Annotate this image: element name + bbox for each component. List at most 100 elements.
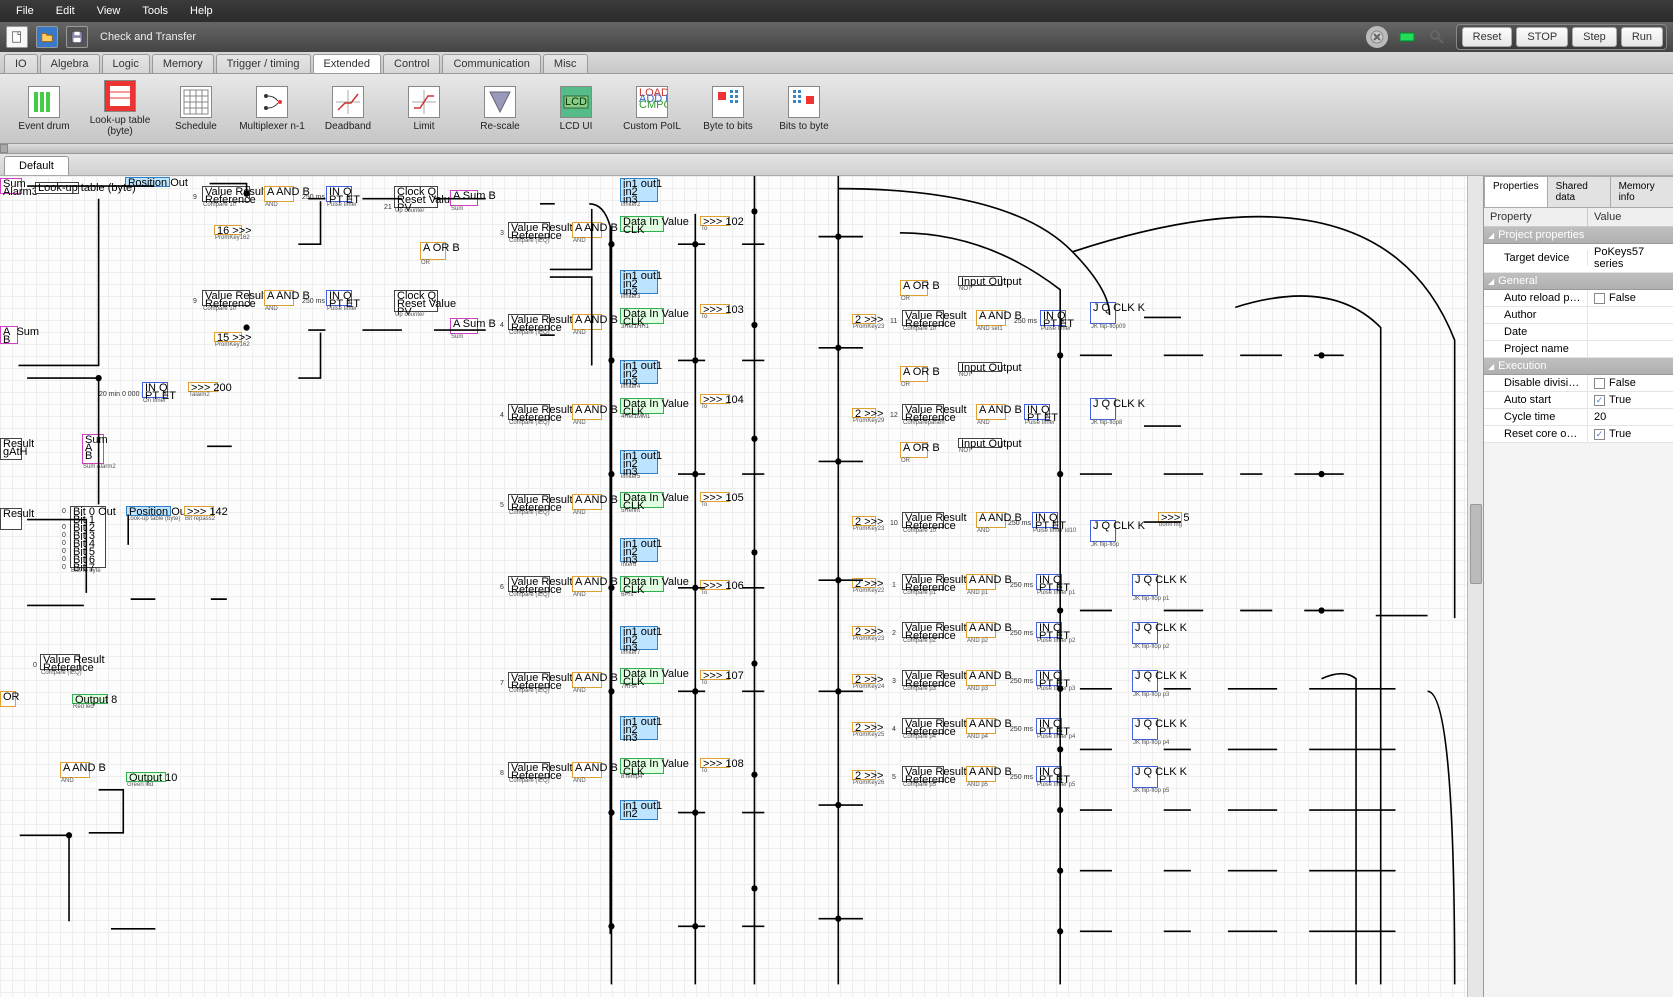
property-row[interactable]: Project name bbox=[1484, 341, 1673, 358]
block-sumalarm2[interactable]: SumABSum Alarm2 bbox=[82, 434, 104, 464]
block-pulse-p5[interactable]: IN QPT ETPulse timer p5 bbox=[1036, 766, 1062, 782]
block-upcounter-r2[interactable]: Clock QReset ValuePVUp counter bbox=[394, 290, 438, 312]
ribbon-tab-memory[interactable]: Memory bbox=[152, 54, 214, 73]
property-row[interactable]: Cycle time 20 bbox=[1484, 409, 1673, 426]
block-and-rr1[interactable]: A AND BAND set1 bbox=[976, 310, 1006, 326]
block-and-r1[interactable]: A AND BAND bbox=[264, 186, 294, 202]
block-and-cb[interactable]: A AND BAND bbox=[572, 314, 602, 330]
block-not-rt1[interactable]: Input OutputNOT bbox=[958, 276, 1002, 286]
stop-button[interactable]: STOP bbox=[1516, 27, 1568, 47]
block-compare-p2[interactable]: Value ResultReferenceCompare p2 bbox=[902, 622, 944, 638]
property-row[interactable]: Target device PoKeys57 series bbox=[1484, 244, 1673, 273]
block-to106[interactable]: >>> 106To bbox=[700, 580, 730, 590]
property-value[interactable]: 20 bbox=[1588, 409, 1673, 425]
ribbon-eventdrum[interactable]: Event drum bbox=[8, 77, 80, 141]
block-pulse-rr3[interactable]: IN QPT ETPulse timer Id10 bbox=[1032, 512, 1058, 528]
property-value[interactable] bbox=[1588, 330, 1673, 334]
block-limiter2[interactable]: in1 out1in2in3limiter2 bbox=[620, 178, 658, 202]
block-pulse-p4[interactable]: IN QPT ETPulse timer p4 bbox=[1036, 718, 1062, 734]
block-compare-p3[interactable]: Value ResultReferenceCompare p3 bbox=[902, 670, 944, 686]
properties-section-general[interactable]: ◢General bbox=[1484, 273, 1673, 290]
menu-file[interactable]: File bbox=[6, 2, 44, 20]
block-datain-d[interactable]: Data In ValueCLK5Refint bbox=[620, 492, 664, 508]
property-value[interactable]: True bbox=[1588, 392, 1673, 408]
ribbon-mux[interactable]: Multiplexer n-1 bbox=[236, 77, 308, 141]
canvas-vscroll[interactable] bbox=[1467, 176, 1483, 997]
block-const2-p5[interactable]: 2 >>>PromKey26 bbox=[852, 770, 876, 780]
block-to200[interactable]: >>> 200Talaim2 bbox=[188, 382, 218, 392]
block-and-cc[interactable]: A AND BAND bbox=[572, 404, 602, 420]
block-to103[interactable]: >>> 103To bbox=[700, 304, 730, 314]
block-to102[interactable]: >>> 102To bbox=[700, 216, 730, 226]
block-const2-p1[interactable]: 2 >>>PromKey22 bbox=[852, 578, 876, 588]
block-const15[interactable]: 15 >>>PromKey162 bbox=[214, 332, 242, 342]
block-compare-cc[interactable]: Value ResultReferenceCompare (IEQ) bbox=[508, 404, 550, 420]
block-const2-r1[interactable]: 2 >>>PromKey23 bbox=[852, 314, 876, 324]
menu-help[interactable]: Help bbox=[180, 2, 223, 20]
property-value[interactable]: False bbox=[1588, 375, 1673, 391]
block-const2-r2[interactable]: 2 >>>PromKey29 bbox=[852, 408, 876, 418]
block-to104[interactable]: >>> 104To bbox=[700, 394, 730, 404]
block-compare-ca[interactable]: Value ResultReferenceCompare (IEQ) bbox=[508, 222, 550, 238]
block-to142[interactable]: >>> 142Bit repass2 bbox=[184, 506, 214, 516]
property-row[interactable]: Author bbox=[1484, 307, 1673, 324]
block-datain-g[interactable]: Data In ValueCLK8Temp4 bbox=[620, 758, 664, 774]
ribbon-lcd[interactable]: LCDLCD UI bbox=[540, 77, 612, 141]
block-sum-top[interactable]: SumAlarm3 bbox=[0, 178, 22, 194]
block-output10[interactable]: Output 10Green led bbox=[126, 772, 166, 782]
block-compare-ce[interactable]: Value ResultReferenceCompare (IEQ) bbox=[508, 576, 550, 592]
properties-tab-memoryinfo[interactable]: Memory info bbox=[1610, 176, 1673, 207]
block-compare-r1[interactable]: Value ResultReferenceCompare 10 bbox=[202, 186, 250, 202]
properties-tab-shareddata[interactable]: Shared data bbox=[1547, 176, 1611, 207]
diagram-tab-default[interactable]: Default bbox=[4, 156, 69, 175]
block-datain-a[interactable]: Data In ValueCLK bbox=[620, 216, 664, 232]
block-or-rt1[interactable]: A OR BOR bbox=[900, 280, 928, 296]
block-compare-r2[interactable]: Value ResultReferenceCompare 10 bbox=[202, 290, 250, 306]
block-compare-rr1[interactable]: Value ResultReferenceCompare 10 bbox=[902, 310, 944, 326]
cancel-icon[interactable] bbox=[1366, 26, 1388, 48]
canvas-vscroll-thumb[interactable] bbox=[1470, 504, 1482, 584]
block-compare-p5[interactable]: Value ResultReferenceCompare p5 bbox=[902, 766, 944, 782]
block-ontimer[interactable]: IN QPT ETOn timer bbox=[142, 382, 168, 398]
block-or-mid[interactable]: A OR BOR bbox=[420, 242, 446, 260]
ribbon-tab-misc[interactable]: Misc bbox=[543, 54, 588, 73]
ribbon-tab-algebra[interactable]: Algebra bbox=[40, 54, 100, 73]
block-sum-r1[interactable]: A Sum BSum bbox=[450, 190, 478, 206]
block-compare-rr2[interactable]: Value ResultReferenceCompareparam bbox=[902, 404, 944, 420]
property-row[interactable]: Auto reload pr… False bbox=[1484, 290, 1673, 307]
search-icon[interactable] bbox=[1426, 26, 1448, 48]
block-position-out-2[interactable]: Position OutLook-up table (byte) bbox=[126, 506, 171, 516]
block-and-p4[interactable]: A AND BAND p4 bbox=[966, 718, 996, 734]
block-limiter5[interactable]: in1 out1in2in3limiter5 bbox=[620, 450, 658, 474]
block-and-cd[interactable]: A AND BAND bbox=[572, 494, 602, 510]
ribbon-tab-extended[interactable]: Extended bbox=[313, 54, 381, 73]
block-to107[interactable]: >>> 107To bbox=[700, 670, 730, 680]
ribbon-schedule[interactable]: Schedule bbox=[160, 77, 232, 141]
block-result-left2[interactable]: Result bbox=[0, 508, 22, 530]
block-limiter8[interactable]: in1 out1in2in3 bbox=[620, 716, 658, 740]
block-upcounter-r1[interactable]: Clock QReset ValuePVUp counter bbox=[394, 186, 438, 208]
step-button[interactable]: Step bbox=[1572, 27, 1617, 47]
block-pulse-rr2[interactable]: IN QPT ETPulse timer bbox=[1024, 404, 1050, 420]
ribbon-tab-io[interactable]: IO bbox=[4, 54, 38, 73]
block-const2-p3[interactable]: 2 >>>PromKey24 bbox=[852, 674, 876, 684]
ribbon-bytetobits[interactable]: Byte to bits bbox=[692, 77, 764, 141]
diagram-canvas[interactable]: SumAlarm3 A SumB ResultgAtH Result OR Po… bbox=[0, 176, 1467, 997]
block-valresult-ll[interactable]: Value ResultReferenceCompare (IEQ) bbox=[40, 654, 80, 670]
block-pulse-p2[interactable]: IN QPT ETPulse timer p2 bbox=[1036, 622, 1062, 638]
block-const2-p4[interactable]: 2 >>>PromKey25 bbox=[852, 722, 876, 732]
menu-tools[interactable]: Tools bbox=[132, 2, 178, 20]
ribbon-tab-communication[interactable]: Communication bbox=[442, 54, 540, 73]
properties-section-execution[interactable]: ◢Execution bbox=[1484, 358, 1673, 375]
block-and-cg[interactable]: A AND BAND bbox=[572, 762, 602, 778]
open-file-button[interactable] bbox=[36, 26, 58, 48]
block-sum-r2[interactable]: A Sum BSum bbox=[450, 318, 478, 334]
block-inter6[interactable]: in1 out1in2in3Inter6 bbox=[620, 538, 658, 562]
block-datain-c[interactable]: Data In ValueCLK4Ref1MM1 bbox=[620, 398, 664, 414]
block-pulse-p3[interactable]: IN QPT ETPulse timer p3 bbox=[1036, 670, 1062, 686]
ribbon-tab-control[interactable]: Control bbox=[383, 54, 440, 73]
menu-edit[interactable]: Edit bbox=[46, 2, 85, 20]
block-to108[interactable]: >>> 108To bbox=[700, 758, 730, 768]
block-const16[interactable]: 16 >>>PromKey162 bbox=[214, 225, 242, 235]
block-jk-p3[interactable]: J Q CLK KJK flip-flop p3 bbox=[1132, 670, 1158, 692]
